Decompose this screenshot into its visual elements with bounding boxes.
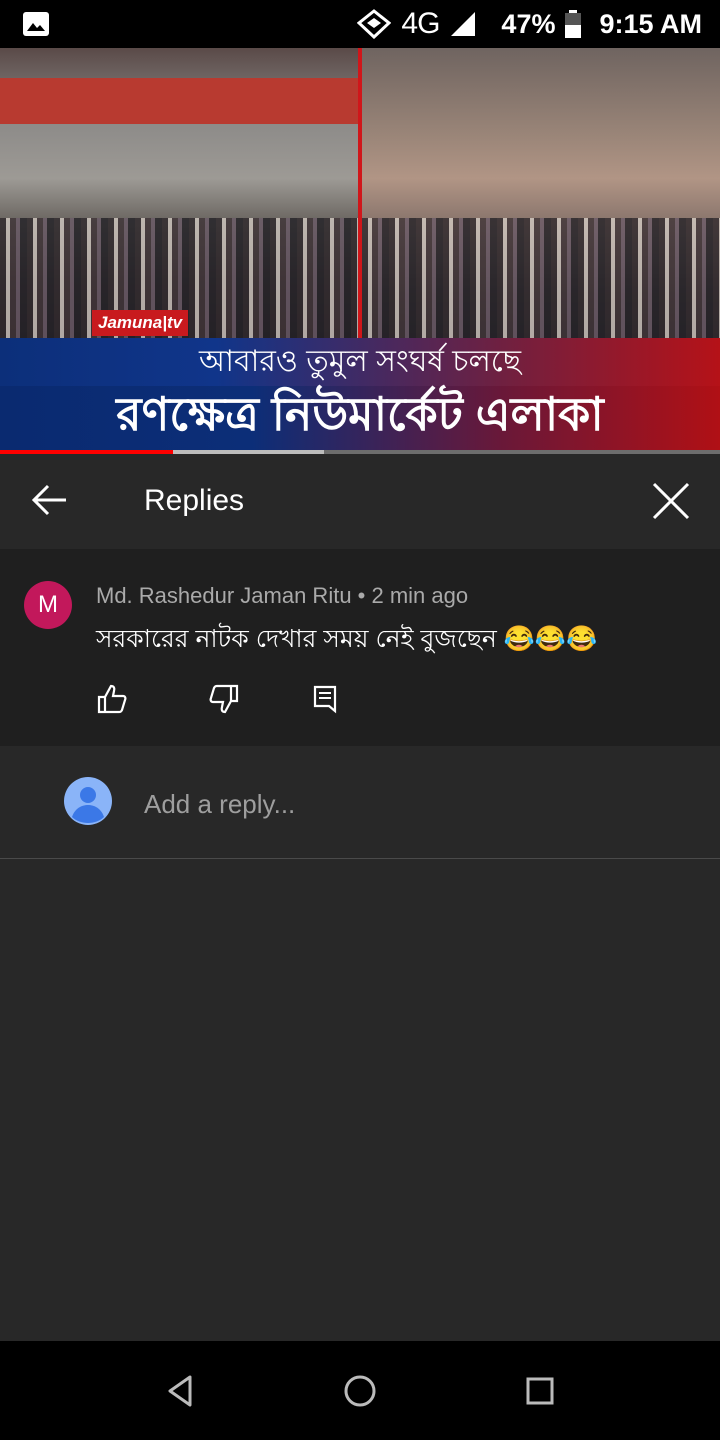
network-type: 4G xyxy=(401,7,440,40)
close-icon[interactable] xyxy=(648,478,694,524)
reply-composer xyxy=(0,746,720,859)
home-circle-icon[interactable] xyxy=(340,1371,380,1411)
news-ticker-headline: আবারও তুমুল সংঘর্ষ চলছে xyxy=(0,338,720,386)
wifi-icon xyxy=(357,9,392,39)
video-frame-right xyxy=(362,48,720,338)
replies-header: Replies xyxy=(0,454,720,549)
channel-logo: Jamuna|tv xyxy=(92,310,189,336)
clock: 9:15 AM xyxy=(599,8,702,39)
back-triangle-icon[interactable] xyxy=(160,1371,200,1411)
video-player[interactable]: Jamuna|tv আবারও তুমুল সংঘর্ষ চলছে রণক্ষে… xyxy=(0,48,720,454)
replies-title: Replies xyxy=(144,484,245,517)
reply-icon[interactable] xyxy=(310,683,342,715)
user-avatar xyxy=(64,777,112,825)
recents-square-icon[interactable] xyxy=(520,1371,560,1411)
dislike-icon[interactable] xyxy=(208,683,240,715)
comment-meta: Md. Rashedur Jaman Ritu • 2 min ago xyxy=(96,583,468,609)
arrow-left-icon[interactable] xyxy=(28,478,72,522)
video-frame-left xyxy=(0,48,358,338)
comment-item: M Md. Rashedur Jaman Ritu • 2 min ago সর… xyxy=(0,549,720,746)
meta-separator: • xyxy=(351,583,372,608)
battery-percent: 47% xyxy=(501,8,556,39)
comment-text: সরকারের নাটক দেখার সময় নেই বুজছেন 😂😂😂 xyxy=(96,625,598,653)
status-bar: 4G 47% 9:15 AM xyxy=(0,0,720,48)
system-nav-bar xyxy=(0,1341,720,1440)
signal-icon xyxy=(451,12,476,36)
reply-input[interactable] xyxy=(144,786,684,822)
comment-time: 2 min ago xyxy=(371,583,469,608)
avatar[interactable]: M xyxy=(24,581,72,629)
news-ticker-title: রণক্ষেত্র নিউমার্কেট এলাকা xyxy=(0,386,720,450)
replies-empty-area xyxy=(0,860,720,1341)
comment-author[interactable]: Md. Rashedur Jaman Ritu xyxy=(96,583,352,608)
like-icon[interactable] xyxy=(96,683,128,715)
image-icon xyxy=(23,12,49,36)
battery-icon xyxy=(565,10,582,38)
